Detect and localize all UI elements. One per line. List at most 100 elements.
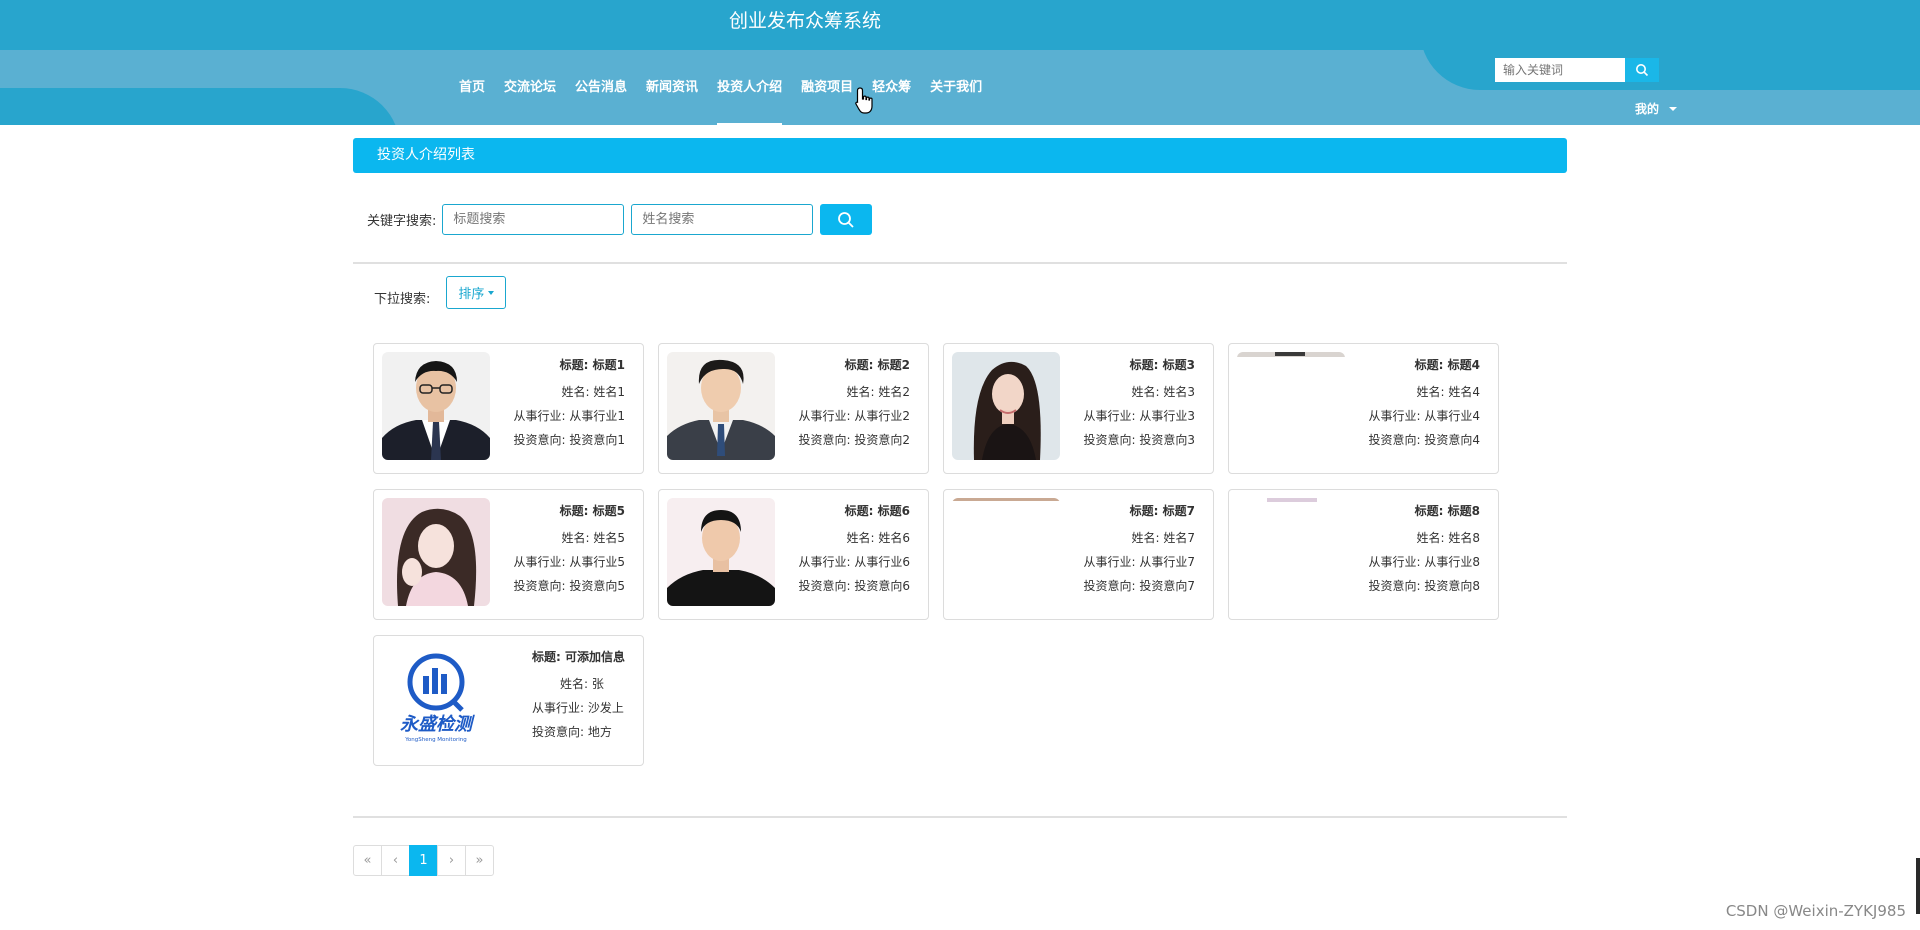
card-title: 标题3 xyxy=(1162,358,1195,372)
card-info: 标题: 标题2 姓名: 姓名2 从事行业: 从事行业2 投资意向: 投资意向2 xyxy=(798,354,910,452)
card-intent: 投资意向1 xyxy=(569,433,625,447)
nav-item-home[interactable]: 首页 xyxy=(459,78,485,125)
caret-down-icon xyxy=(1669,106,1678,111)
svg-text:永盛检测: 永盛检测 xyxy=(400,714,475,735)
nav-item-crowdfunding[interactable]: 轻众筹 xyxy=(872,78,911,125)
card-industry: 从事行业3 xyxy=(1139,409,1195,423)
card-intent: 地方 xyxy=(587,725,612,739)
card-title: 标题5 xyxy=(592,504,625,518)
logo-image: 永盛检测 YongSheng Monitoring xyxy=(382,644,490,752)
card-intent-label: 投资意向: xyxy=(1368,579,1421,593)
investor-card[interactable]: 标题: 标题8 姓名: 姓名8 从事行业: 从事行业8 投资意向: 投资意向8 xyxy=(1228,489,1499,620)
user-menu[interactable]: 我的 xyxy=(1635,100,1678,117)
sort-dropdown[interactable]: 排序 xyxy=(446,276,507,309)
card-info: 标题: 标题1 姓名: 姓名1 从事行业: 从事行业1 投资意向: 投资意向1 xyxy=(513,354,625,452)
divider xyxy=(353,262,1567,264)
card-title-label: 标题: xyxy=(1129,358,1159,372)
site-title: 创业发布众筹系统 xyxy=(728,10,881,32)
card-name: 姓名3 xyxy=(1163,385,1195,399)
page-button-current[interactable]: 1 xyxy=(409,845,438,876)
man-suit-glasses-photo xyxy=(382,352,490,460)
search-button[interactable] xyxy=(820,204,873,235)
main-nav: 首页 交流论坛 公告消息 新闻资讯 投资人介绍 融资项目 轻众筹 关于我们 xyxy=(459,78,1001,125)
user-menu-label: 我的 xyxy=(1635,102,1660,116)
nav-item-notice[interactable]: 公告消息 xyxy=(575,78,627,125)
card-title-label: 标题: xyxy=(559,358,589,372)
header-search-input[interactable] xyxy=(1495,58,1625,82)
card-title-label: 标题: xyxy=(1414,358,1444,372)
card-name: 姓名2 xyxy=(878,385,910,399)
investor-card[interactable]: 标题: 标题2 姓名: 姓名2 从事行业: 从事行业2 投资意向: 投资意向2 xyxy=(658,343,929,474)
investor-card[interactable]: 标题: 标题4 姓名: 姓名4 从事行业: 从事行业4 投资意向: 投资意向4 xyxy=(1228,343,1499,474)
card-title-label: 标题: xyxy=(1414,504,1444,518)
dropdown-search-row: 下拉搜索: 排序 xyxy=(374,276,507,309)
header-search-button[interactable] xyxy=(1625,58,1659,82)
caret-down-icon xyxy=(488,290,495,295)
card-intent-label: 投资意向: xyxy=(798,579,851,593)
hand-cursor-icon xyxy=(855,87,873,114)
card-info: 标题: 标题3 姓名: 姓名3 从事行业: 从事行业3 投资意向: 投资意向3 xyxy=(1083,354,1195,452)
nav-item-financing[interactable]: 融资项目 xyxy=(801,78,853,125)
keyword-search-label: 关键字搜索: xyxy=(367,214,437,229)
investor-card[interactable]: 标题: 标题5 姓名: 姓名5 从事行业: 从事行业5 投资意向: 投资意向5 xyxy=(373,489,644,620)
next-page-button[interactable]: › xyxy=(437,845,466,876)
card-title: 标题8 xyxy=(1447,504,1480,518)
investor-card[interactable]: 标题: 标题1 姓名: 姓名1 从事行业: 从事行业1 投资意向: 投资意向1 xyxy=(373,343,644,474)
blank-photo xyxy=(952,498,1060,606)
card-intent: 投资意向8 xyxy=(1424,579,1480,593)
card-name: 姓名8 xyxy=(1448,531,1480,545)
card-intent-label: 投资意向: xyxy=(1368,433,1421,447)
card-intent: 投资意向7 xyxy=(1139,579,1195,593)
title-search-input[interactable] xyxy=(442,204,625,235)
man-black-shirt-photo xyxy=(667,498,775,606)
card-industry-label: 从事行业: xyxy=(1083,555,1136,569)
card-info: 标题: 标题5 姓名: 姓名5 从事行业: 从事行业5 投资意向: 投资意向5 xyxy=(513,500,625,598)
investor-card[interactable]: 永盛检测 YongSheng Monitoring 标题: 可添加信息 姓名: … xyxy=(373,635,644,766)
divider xyxy=(353,816,1567,818)
card-title: 标题1 xyxy=(592,358,625,372)
card-name-label: 姓名: xyxy=(1416,385,1445,399)
watermark: CSDN @Weixin-ZYKJ985 xyxy=(1725,902,1906,920)
card-info: 标题: 标题8 姓名: 姓名8 从事行业: 从事行业8 投资意向: 投资意向8 xyxy=(1368,500,1480,598)
card-name-label: 姓名: xyxy=(1416,531,1445,545)
card-industry: 从事行业7 xyxy=(1139,555,1195,569)
card-industry-label: 从事行业: xyxy=(513,555,566,569)
nav-item-forum[interactable]: 交流论坛 xyxy=(504,78,556,125)
card-industry-label: 从事行业: xyxy=(1368,555,1421,569)
blank-photo xyxy=(1237,352,1345,460)
man-suit-photo xyxy=(667,352,775,460)
investor-card[interactable]: 标题: 标题3 姓名: 姓名3 从事行业: 从事行业3 投资意向: 投资意向3 xyxy=(943,343,1214,474)
card-name-label: 姓名: xyxy=(846,531,875,545)
card-industry-label: 从事行业: xyxy=(513,409,566,423)
nav-item-about[interactable]: 关于我们 xyxy=(930,78,982,125)
name-search-input[interactable] xyxy=(631,204,814,235)
card-industry-label: 从事行业: xyxy=(798,409,851,423)
card-title-label: 标题: xyxy=(1129,504,1159,518)
woman-pink-photo xyxy=(382,498,490,606)
card-name: 姓名4 xyxy=(1448,385,1480,399)
card-info: 标题: 标题6 姓名: 姓名6 从事行业: 从事行业6 投资意向: 投资意向6 xyxy=(798,500,910,598)
investor-card[interactable]: 标题: 标题6 姓名: 姓名6 从事行业: 从事行业6 投资意向: 投资意向6 xyxy=(658,489,929,620)
dropdown-search-label: 下拉搜索: xyxy=(374,292,431,307)
nav-item-investor[interactable]: 投资人介绍 xyxy=(717,78,783,125)
card-intent-label: 投资意向: xyxy=(513,579,566,593)
card-intent-label: 投资意向: xyxy=(798,433,851,447)
list-banner: 投资人介绍列表 xyxy=(353,138,1567,173)
last-page-button[interactable]: » xyxy=(465,845,494,876)
card-name-label: 姓名: xyxy=(561,531,590,545)
card-title: 标题2 xyxy=(877,358,910,372)
card-industry: 从事行业2 xyxy=(854,409,910,423)
card-intent-label: 投资意向: xyxy=(1083,579,1136,593)
prev-page-button[interactable]: ‹ xyxy=(381,845,410,876)
card-info: 标题: 可添加信息 姓名: 张 从事行业: 沙发上 投资意向: 地方 xyxy=(532,646,625,744)
card-intent-label: 投资意向: xyxy=(1083,433,1136,447)
nav-item-news[interactable]: 新闻资讯 xyxy=(646,78,698,125)
card-title-label: 标题: xyxy=(844,504,874,518)
card-intent-label: 投资意向: xyxy=(513,433,566,447)
card-name-label: 姓名: xyxy=(559,677,589,691)
card-intent: 投资意向4 xyxy=(1424,433,1480,447)
card-title-label: 标题: xyxy=(531,650,561,664)
investor-card[interactable]: 标题: 标题7 姓名: 姓名7 从事行业: 从事行业7 投资意向: 投资意向7 xyxy=(943,489,1214,620)
first-page-button[interactable]: « xyxy=(353,845,382,876)
card-name: 张 xyxy=(591,677,604,691)
